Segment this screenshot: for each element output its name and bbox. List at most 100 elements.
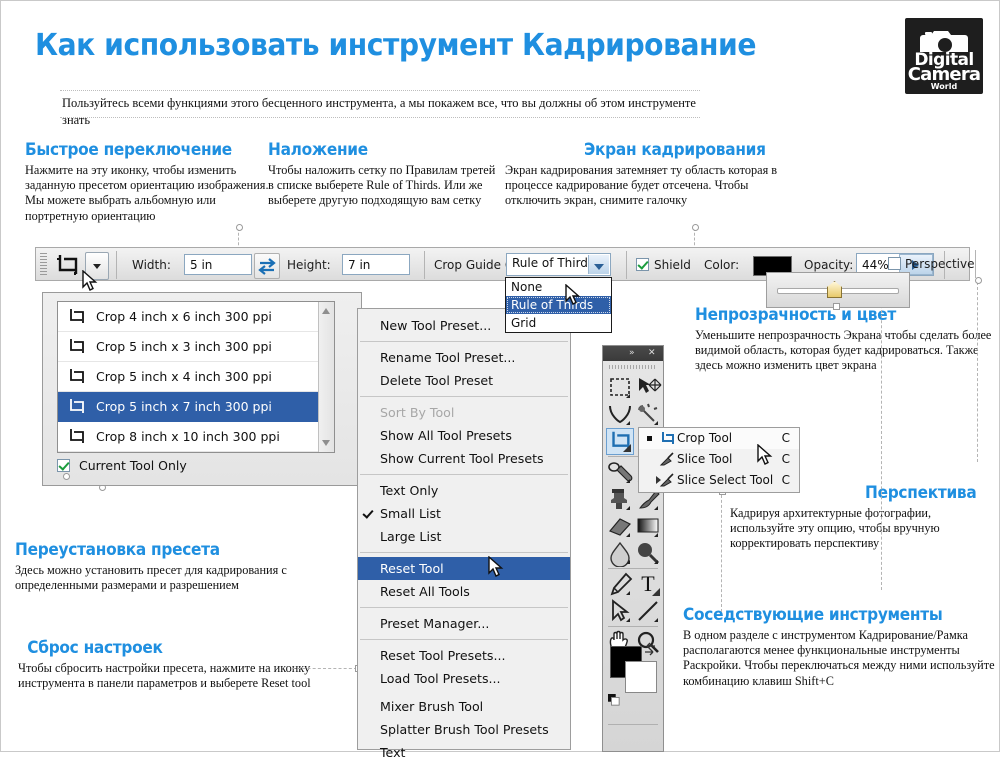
overlay-option-grid[interactable]: Grid (506, 314, 611, 332)
flyout-item-slice-tool[interactable]: Slice Tool C (639, 449, 799, 470)
menu-item-text-only[interactable]: Text Only (358, 479, 570, 502)
opacity-slider-thumb[interactable] (827, 281, 842, 298)
dodge-icon[interactable] (634, 540, 662, 567)
eraser-icon[interactable] (606, 513, 634, 540)
perspective-checkbox-visible[interactable] (888, 257, 901, 270)
current-tool-only-checkbox[interactable] (57, 459, 70, 472)
menu-separator (360, 341, 568, 342)
menu-item-sort-by-tool: Sort By Tool (358, 401, 570, 424)
tool-preset-context-menu[interactable]: New Tool Preset... Rename Tool Preset...… (357, 308, 571, 750)
menu-item-show-current-tool-presets[interactable]: Show Current Tool Presets (358, 447, 570, 470)
opacity-slider-popup[interactable] (766, 272, 910, 308)
menu-item-small-list[interactable]: Small List (358, 502, 570, 525)
shield-label: Shield (654, 258, 691, 272)
crop-guide-overlay-dropdown[interactable]: None Rule of Thirds Grid (505, 277, 612, 333)
menu-separator (360, 639, 568, 640)
list-item[interactable]: Crop 5 inch x 3 inch 300 ppi (58, 332, 334, 362)
list-item[interactable]: Crop 5 inch x 4 inch 300 ppi (58, 362, 334, 392)
swap-dimensions-icon[interactable] (254, 253, 280, 279)
toolbox-divider (608, 724, 658, 725)
scroll-down-icon[interactable] (322, 440, 330, 446)
blur-icon[interactable] (606, 540, 634, 567)
width-input[interactable] (184, 254, 252, 275)
menu-item-show-all-tool-presets[interactable]: Show All Tool Presets (358, 424, 570, 447)
callout-settings-reset-title: Сброс настроек (18, 638, 334, 657)
preset-list-scrollbar[interactable] (318, 302, 334, 452)
menu-item-preset-manager[interactable]: Preset Manager... (358, 612, 570, 635)
tool-preset-list[interactable]: Crop 4 inch x 6 inch 300 ppi Crop 5 inch… (57, 301, 335, 453)
toolbox-divider (608, 568, 658, 569)
flyout-item-crop-tool[interactable]: Crop Tool C (639, 428, 799, 449)
list-item-selected[interactable]: Crop 5 inch x 7 inch 300 ppi (58, 392, 334, 422)
menu-item-text[interactable]: Text (358, 741, 570, 764)
background-color-swatch[interactable] (625, 661, 657, 693)
type-icon[interactable]: T (634, 571, 662, 598)
menu-item-reset-all-tools[interactable]: Reset All Tools (358, 580, 570, 603)
crop-tool-icon (67, 338, 85, 356)
current-tool-only-row[interactable]: Current Tool Only (57, 457, 187, 473)
options-bar-separator-2 (424, 251, 425, 279)
menu-item-splatter-brush-tool-presets[interactable]: Splatter Brush Tool Presets (358, 718, 570, 741)
pen-icon[interactable] (606, 571, 634, 598)
callout-quick-switch-title: Быстрое переключение (25, 140, 258, 159)
magic-wand-icon[interactable] (634, 401, 662, 428)
marquee-icon[interactable] (606, 374, 634, 401)
menu-item-reset-tool[interactable]: Reset Tool (358, 557, 570, 580)
menu-item-mixer-brush-tool[interactable]: Mixer Brush Tool (358, 695, 570, 718)
callout-shield: Экран кадрирования Экран кадрирования за… (505, 140, 795, 209)
crop-tool-icon[interactable] (54, 253, 80, 277)
tool-group-corner-icon (623, 444, 631, 452)
shield-checkbox[interactable] (636, 258, 649, 271)
list-item-label: Crop 8 inch x 10 inch 300 ppi (96, 429, 280, 444)
gradient-icon[interactable] (634, 513, 662, 540)
chevron-down-icon[interactable] (588, 255, 609, 274)
crop-tool-flyout-menu[interactable]: Crop Tool C Slice Tool C Slice Select To… (638, 427, 800, 493)
crop-tool-button[interactable] (606, 428, 634, 455)
healing-brush-icon[interactable] (606, 459, 634, 486)
scroll-up-icon[interactable] (322, 308, 330, 314)
menu-item-delete-tool-preset[interactable]: Delete Tool Preset (358, 369, 570, 392)
menu-item-load-tool-presets[interactable]: Load Tool Presets... (358, 667, 570, 690)
crop-tool-icon (67, 428, 85, 446)
overlay-option-none[interactable]: None (506, 278, 611, 296)
line-icon[interactable] (634, 598, 662, 625)
close-icon[interactable]: ✕ (648, 348, 656, 358)
toolbox-grip (609, 365, 657, 369)
mouse-cursor-reset-tool (488, 556, 504, 578)
checkmark-icon (362, 507, 373, 518)
menu-item-rename-tool-preset[interactable]: Rename Tool Preset... (358, 346, 570, 369)
collapse-panel-icon[interactable]: » (629, 348, 635, 358)
options-bar-separator-1 (116, 251, 117, 279)
menu-item-reset-tool-presets[interactable]: Reset Tool Presets... (358, 644, 570, 667)
flyout-item-slice-select-tool[interactable]: Slice Select Tool C (639, 470, 799, 491)
leader-line-settings-reset (292, 668, 357, 669)
callout-quick-switch: Быстрое переключение Нажмите на эту икон… (25, 140, 275, 224)
options-bar-grip[interactable] (40, 253, 47, 277)
overlay-option-rule-of-thirds[interactable]: Rule of Thirds (506, 296, 611, 314)
swap-colors-icon[interactable] (643, 642, 657, 656)
menu-separator (360, 552, 568, 553)
photoshop-toolbox: » ✕ T (602, 345, 664, 752)
flyout-item-label: Slice Tool (677, 452, 732, 466)
callout-perspective: Перспектива Кадрируя архитектурные фотог… (730, 483, 995, 552)
callout-opacity: Непрозрачность и цвет Уменьшите непрозра… (695, 305, 995, 374)
crop-guide-overlay-select[interactable]: Rule of Thirds (506, 253, 611, 276)
lasso-icon[interactable] (606, 401, 634, 428)
tool-preset-panel: Crop 4 inch x 6 inch 300 ppi Crop 5 inch… (42, 292, 362, 486)
list-item[interactable]: Crop 4 inch x 6 inch 300 ppi (58, 302, 334, 332)
toolbox-titlebar[interactable]: » ✕ (603, 346, 663, 361)
leader-line-neighbors (721, 490, 722, 612)
path-selection-icon[interactable] (606, 598, 634, 625)
leader-anchor-overlay (236, 224, 243, 231)
callout-perspective-body: Кадрируя архитектурные фотографии, испол… (730, 506, 995, 552)
menu-item-large-list[interactable]: Large List (358, 525, 570, 548)
callout-opacity-body: Уменьшите непрозрачность Экрана чтобы сд… (695, 328, 995, 374)
height-input[interactable] (342, 254, 410, 275)
default-colors-icon[interactable] (608, 694, 620, 706)
list-item[interactable]: Crop 8 inch x 10 inch 300 ppi (58, 422, 334, 452)
crop-tool-icon (659, 431, 675, 446)
current-tool-bullet-icon (647, 436, 652, 441)
list-item-label: Crop 4 inch x 6 inch 300 ppi (96, 309, 272, 324)
clone-stamp-icon[interactable] (606, 486, 634, 513)
move-icon[interactable] (634, 374, 662, 401)
